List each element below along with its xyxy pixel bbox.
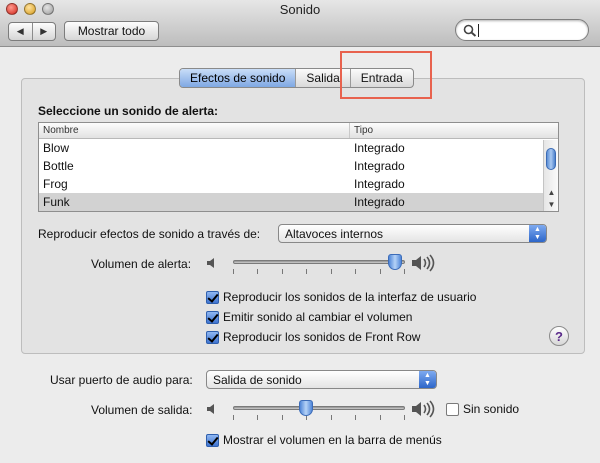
cell-type: Integrado xyxy=(354,195,405,209)
cell-name: Funk xyxy=(43,195,70,209)
popup-arrows-icon: ▲ ▼ xyxy=(529,225,546,242)
slider-tick xyxy=(404,269,405,274)
checkbox-box[interactable] xyxy=(206,433,219,447)
checkbox-box[interactable] xyxy=(206,310,219,324)
popup-arrows-icon: ▲ ▼ xyxy=(419,371,436,388)
speaker-high-icon[interactable] xyxy=(410,253,436,273)
cell-type: Integrado xyxy=(354,141,405,155)
play-through-label: Reproducir efectos de sonido a través de… xyxy=(38,227,261,241)
play-through-popup[interactable]: Altavoces internos ▲ ▼ xyxy=(278,224,547,243)
output-volume-slider[interactable] xyxy=(233,400,405,422)
column-header-name[interactable]: Nombre xyxy=(39,123,350,138)
table-row[interactable]: Frog Integrado xyxy=(39,175,558,193)
volume-feedback-checkbox[interactable]: Emitir sonido al cambiar el volumen xyxy=(206,310,412,324)
slider-knob[interactable] xyxy=(388,254,402,270)
table-scrollbar[interactable]: ▲ ▼ xyxy=(543,140,558,211)
slider-tick xyxy=(257,269,258,274)
column-header-type[interactable]: Tipo xyxy=(350,123,558,138)
slider-tick xyxy=(355,415,356,420)
scrollbar-thumb[interactable] xyxy=(546,148,556,170)
slider-tick xyxy=(331,269,332,274)
alert-volume-slider[interactable] xyxy=(233,254,405,276)
checkbox-box[interactable] xyxy=(446,402,459,416)
cell-name: Frog xyxy=(43,177,68,191)
tab-output[interactable]: Salida xyxy=(295,69,349,87)
mute-label: Sin sonido xyxy=(463,402,520,416)
forward-button[interactable]: ▶ xyxy=(31,23,56,40)
slider-tick xyxy=(380,269,381,274)
sound-preferences-window: Sonido ◀ ▶ Mostrar todo Efectos de sonid… xyxy=(0,0,600,463)
window-title: Sonido xyxy=(279,2,321,17)
cell-type: Integrado xyxy=(354,177,405,191)
cell-type: Integrado xyxy=(354,159,405,173)
slider-ticks xyxy=(233,415,405,421)
alert-volume-label: Volumen de alerta: xyxy=(91,257,192,271)
audio-port-value: Salida de sonido xyxy=(213,372,302,387)
checkbox-box[interactable] xyxy=(206,330,219,344)
text-caret xyxy=(478,24,479,37)
audio-port-popup[interactable]: Salida de sonido ▲ ▼ xyxy=(206,370,437,389)
play-through-value: Altavoces internos xyxy=(285,226,384,241)
ui-sounds-checkbox[interactable]: Reproducir los sonidos de la interfaz de… xyxy=(206,290,476,304)
alert-sound-heading: Seleccione un sonido de alerta: xyxy=(38,104,219,118)
menu-bar-volume-checkbox[interactable]: Mostrar el volumen en la barra de menús xyxy=(206,433,442,447)
audio-port-label: Usar puerto de audio para: xyxy=(50,373,193,387)
output-volume-label: Volumen de salida: xyxy=(91,403,193,417)
scroll-down-arrow-icon[interactable]: ▼ xyxy=(544,199,558,211)
slider-tick xyxy=(355,269,356,274)
search-input[interactable] xyxy=(480,22,580,38)
table-header: Nombre Tipo xyxy=(39,123,558,139)
slider-knob[interactable] xyxy=(299,400,313,416)
help-button[interactable]: ? xyxy=(549,326,569,346)
cell-name: Blow xyxy=(43,141,70,155)
table-row[interactable]: Bottle Integrado xyxy=(39,157,558,175)
speaker-low-icon[interactable] xyxy=(205,256,219,270)
mute-checkbox[interactable]: Sin sonido xyxy=(446,402,519,416)
slider-tick xyxy=(233,269,234,274)
slider-tick xyxy=(404,415,405,420)
slider-tick xyxy=(306,269,307,274)
slider-tick xyxy=(282,415,283,420)
menu-bar-volume-label: Mostrar el volumen en la barra de menús xyxy=(223,433,442,447)
speaker-high-icon[interactable] xyxy=(410,399,436,419)
search-field-container[interactable] xyxy=(455,19,589,41)
table-row[interactable]: Blow Integrado xyxy=(39,139,558,157)
front-row-sounds-checkbox[interactable]: Reproducir los sonidos de Front Row xyxy=(206,330,420,344)
slider-tick xyxy=(331,415,332,420)
slider-track xyxy=(233,260,405,264)
checkbox-box[interactable] xyxy=(206,290,219,304)
alert-sounds-table[interactable]: Nombre Tipo Blow Integrado Bottle Integr… xyxy=(38,122,559,212)
tab-input[interactable]: Entrada xyxy=(349,69,413,87)
tab-bar: Efectos de sonido Salida Entrada xyxy=(179,68,414,88)
front-row-sounds-label: Reproducir los sonidos de Front Row xyxy=(223,330,421,344)
show-all-button[interactable]: Mostrar todo xyxy=(64,21,159,41)
title-bar: Sonido ◀ ▶ Mostrar todo xyxy=(0,0,600,47)
slider-ticks xyxy=(233,269,405,275)
slider-track xyxy=(233,406,405,410)
scroll-up-arrow-icon[interactable]: ▲ xyxy=(544,187,558,199)
ui-sounds-label: Reproducir los sonidos de la interfaz de… xyxy=(223,290,477,304)
tab-sound-effects[interactable]: Efectos de sonido xyxy=(180,69,296,87)
volume-feedback-label: Emitir sonido al cambiar el volumen xyxy=(223,310,413,324)
slider-tick xyxy=(380,415,381,420)
back-button[interactable]: ◀ xyxy=(9,23,32,40)
cell-name: Bottle xyxy=(43,159,74,173)
speaker-low-icon[interactable] xyxy=(205,402,219,416)
slider-tick xyxy=(257,415,258,420)
slider-tick xyxy=(282,269,283,274)
back-forward-control: ◀ ▶ xyxy=(8,22,56,41)
search-icon xyxy=(463,24,477,37)
table-row-selected[interactable]: Funk Integrado xyxy=(39,193,558,211)
slider-tick xyxy=(233,415,234,420)
